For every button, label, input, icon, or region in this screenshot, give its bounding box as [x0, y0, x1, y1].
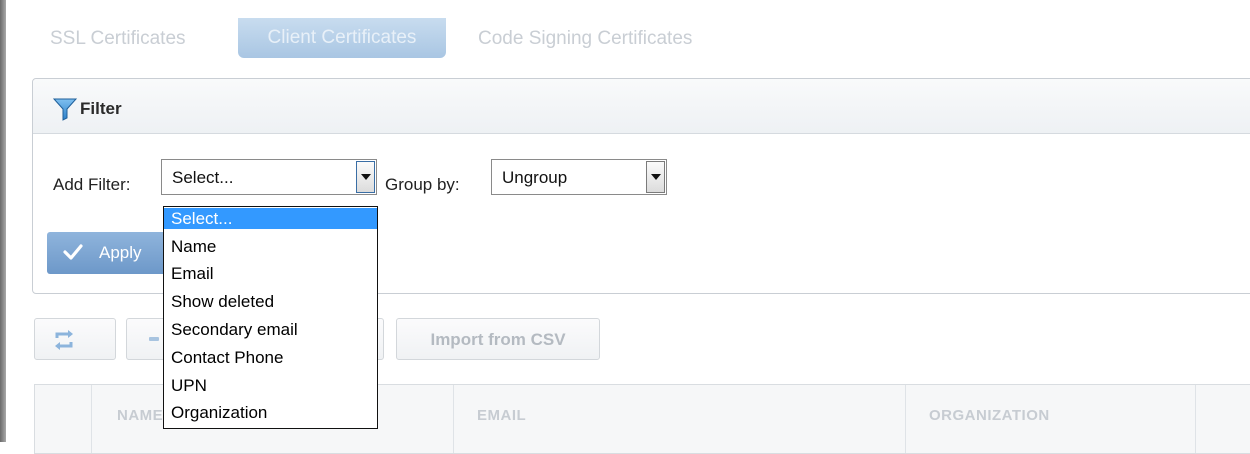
add-icon [149, 337, 159, 341]
dropdown-option-contact-phone[interactable]: Contact Phone [164, 347, 377, 368]
refresh-icon [55, 330, 73, 350]
dropdown-option-email[interactable]: Email [164, 263, 377, 284]
group-by-value: Ungroup [502, 168, 568, 187]
import-label: Import from CSV [430, 330, 566, 349]
add-filter-select[interactable]: Select... [161, 159, 377, 195]
dropdown-option-show-deleted[interactable]: Show deleted [164, 291, 377, 312]
group-by-select[interactable]: Ungroup [491, 159, 667, 195]
chevron-down-icon[interactable] [646, 161, 665, 193]
add-filter-value: Select... [172, 168, 234, 187]
column-header-email[interactable]: EMAIL [477, 407, 526, 424]
add-filter-label: Add Filter: [53, 175, 131, 194]
column-header-organization[interactable]: ORGANIZATION [929, 407, 1050, 424]
certificate-tabs: SSL Certificates Client Certificates Cod… [30, 0, 790, 62]
group-by-label: Group by: [385, 175, 460, 194]
dropdown-option-name[interactable]: Name [164, 236, 377, 257]
refresh-button[interactable] [34, 318, 116, 360]
filter-header[interactable]: Filter [33, 79, 1250, 134]
dropdown-option-organization[interactable]: Organization [164, 402, 377, 423]
tab-client-certificates[interactable]: Client Certificates [238, 18, 446, 58]
column-separator [1195, 385, 1196, 453]
column-separator [91, 385, 92, 453]
apply-label: Apply [99, 243, 142, 262]
window-left-edge [0, 0, 6, 442]
dropdown-option-upn[interactable]: UPN [164, 375, 377, 396]
import-from-csv-button[interactable]: Import from CSV [396, 318, 600, 360]
chevron-down-icon[interactable] [356, 161, 375, 193]
checkmark-icon [63, 244, 83, 260]
column-header-name[interactable]: NAME [117, 407, 163, 424]
add-filter-dropdown-list: Select... Name Email Show deleted Second… [163, 206, 378, 429]
tab-code-signing-certificates[interactable]: Code Signing Certificates [478, 28, 692, 50]
column-separator [453, 385, 454, 453]
dropdown-option-secondary-email[interactable]: Secondary email [164, 319, 377, 340]
tab-ssl-certificates[interactable]: SSL Certificates [50, 28, 186, 50]
apply-button[interactable]: Apply [47, 232, 171, 274]
column-separator [905, 385, 906, 453]
filter-title: Filter [80, 99, 122, 118]
dropdown-option-select[interactable]: Select... [164, 208, 377, 229]
funnel-icon [53, 98, 77, 121]
